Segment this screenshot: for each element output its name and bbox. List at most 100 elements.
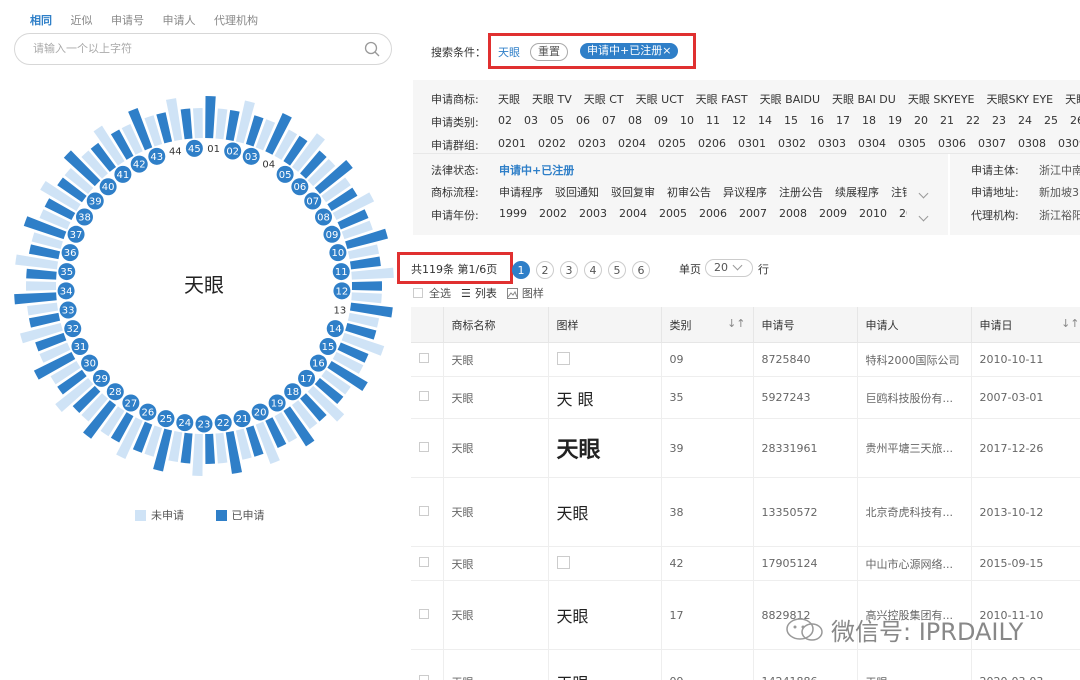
- class-circle-33[interactable]: 33: [59, 301, 77, 319]
- tab-application-number[interactable]: 申请号: [111, 14, 144, 27]
- filter-group-option[interactable]: 0206: [698, 137, 726, 150]
- filter-group-option[interactable]: 0202: [538, 137, 566, 150]
- class-circle-35[interactable]: 35: [58, 263, 76, 281]
- filter-group-option[interactable]: 0307: [978, 137, 1006, 150]
- class-circle-32[interactable]: 32: [64, 320, 82, 338]
- class-circle-04[interactable]: 04: [260, 155, 278, 173]
- row-checkbox[interactable]: [419, 675, 429, 680]
- filter-year-option[interactable]: 2003: [579, 207, 607, 220]
- filter-class-option[interactable]: 22: [966, 114, 980, 127]
- class-circle-14[interactable]: 14: [326, 320, 344, 338]
- class-circle-29[interactable]: 29: [92, 369, 110, 387]
- image-view-icon[interactable]: [506, 287, 518, 299]
- class-circle-41[interactable]: 41: [114, 165, 132, 183]
- tab-applicant[interactable]: 申请人: [163, 14, 196, 27]
- filter-class-option[interactable]: 03: [524, 114, 538, 127]
- class-circle-45[interactable]: 45: [185, 139, 203, 157]
- filter-group-option[interactable]: 0205: [658, 137, 686, 150]
- filter-class-option[interactable]: 24: [1018, 114, 1032, 127]
- filter-class-option[interactable]: 17: [836, 114, 850, 127]
- filter-group-option[interactable]: 0301: [738, 137, 766, 150]
- class-circle-17[interactable]: 17: [298, 369, 316, 387]
- filter-year-option[interactable]: 2006: [699, 207, 727, 220]
- table-row[interactable]: 天眼天眼0914241886天眼...2020-03-03: [411, 649, 1080, 680]
- class-circle-11[interactable]: 11: [332, 263, 350, 281]
- filter-class-option[interactable]: 11: [706, 114, 720, 127]
- filter-class-option[interactable]: 10: [680, 114, 694, 127]
- header-class[interactable]: 类别 ↓↑: [661, 307, 754, 343]
- filter-trademark-option[interactable]: 天眼 SKYEYE: [908, 93, 975, 106]
- filter-year-option[interactable]: 2008: [779, 207, 807, 220]
- tab-agency[interactable]: 代理机构: [214, 14, 258, 27]
- filter-class-option[interactable]: 21: [940, 114, 954, 127]
- class-circle-28[interactable]: 28: [106, 383, 124, 401]
- list-view-icon[interactable]: ☰: [461, 287, 471, 300]
- filter-group-option[interactable]: 0302: [778, 137, 806, 150]
- filter-process-option[interactable]: 驳回复审: [611, 186, 655, 199]
- class-circle-43[interactable]: 43: [148, 147, 166, 165]
- sort-icon[interactable]: ↓↑: [1061, 317, 1079, 330]
- filter-class-option[interactable]: 02: [498, 114, 512, 127]
- filter-class-option[interactable]: 07: [602, 114, 616, 127]
- class-circle-27[interactable]: 27: [122, 394, 140, 412]
- filter-group-option[interactable]: 0303: [818, 137, 846, 150]
- row-checkbox[interactable]: [419, 505, 429, 516]
- class-circle-40[interactable]: 40: [99, 178, 117, 196]
- filter-year-option[interactable]: 1999: [499, 207, 527, 220]
- class-circle-20[interactable]: 20: [251, 403, 269, 421]
- table-row[interactable]: 天眼 天眼 39 28331961 贵州平塘三天旅... 2017-12-26: [411, 418, 1080, 478]
- filter-legal-status-value[interactable]: 申请中+已注册: [499, 162, 574, 178]
- class-circle-31[interactable]: 31: [71, 338, 89, 355]
- filter-year-option[interactable]: 2011: [899, 207, 907, 220]
- filter-trademark-option[interactable]: 天眼 CT: [584, 93, 624, 106]
- filter-trademark-option[interactable]: 天眼 S: [1065, 93, 1080, 106]
- class-circle-25[interactable]: 25: [157, 410, 175, 428]
- select-all-checkbox[interactable]: [413, 288, 423, 298]
- filter-trademark-option[interactable]: 天眼SKY EYE: [986, 93, 1053, 106]
- filter-group-option[interactable]: 0308: [1018, 137, 1046, 150]
- filter-group-option[interactable]: 0305: [898, 137, 926, 150]
- class-circle-19[interactable]: 19: [268, 394, 286, 412]
- filter-class-option[interactable]: 20: [914, 114, 928, 127]
- filter-year-option[interactable]: 2004: [619, 207, 647, 220]
- class-circle-01[interactable]: 01: [205, 139, 223, 157]
- filter-year-option[interactable]: 2010: [859, 207, 887, 220]
- class-circle-30[interactable]: 30: [81, 354, 99, 372]
- filter-process-option[interactable]: 初审公告: [667, 186, 711, 199]
- filter-group-option[interactable]: 0309: [1058, 137, 1080, 150]
- filter-process-option[interactable]: 申请程序: [499, 186, 543, 199]
- class-circle-08[interactable]: 08: [315, 208, 333, 226]
- page-button-1[interactable]: 1: [512, 261, 530, 279]
- class-circle-03[interactable]: 03: [242, 147, 260, 165]
- table-row[interactable]: 天眼天 眼 35 5927243 巨鸥科技股份有... 2007-03-01: [411, 376, 1080, 419]
- tab-identical[interactable]: 相同: [30, 14, 52, 27]
- row-checkbox[interactable]: [419, 441, 429, 452]
- class-circle-36[interactable]: 36: [61, 244, 79, 262]
- filter-trademark-option[interactable]: 天眼 UCT: [636, 93, 684, 106]
- filter-year-option[interactable]: 2009: [819, 207, 847, 220]
- header-application-date[interactable]: 申请日 ↓↑: [971, 307, 1080, 343]
- class-circle-24[interactable]: 24: [176, 414, 194, 432]
- filter-trademark-option[interactable]: 天眼 TV: [532, 93, 572, 106]
- row-checkbox[interactable]: [419, 557, 429, 567]
- filter-trademark-option[interactable]: 天眼: [498, 93, 520, 106]
- filter-group-option[interactable]: 0204: [618, 137, 646, 150]
- class-circle-21[interactable]: 21: [233, 410, 251, 428]
- class-circle-22[interactable]: 22: [214, 414, 232, 432]
- class-circle-09[interactable]: 09: [323, 225, 341, 243]
- filter-class-option[interactable]: 23: [992, 114, 1006, 127]
- filter-trademark-option[interactable]: 天眼 BAIDU: [760, 93, 820, 106]
- class-circle-06[interactable]: 06: [291, 178, 309, 196]
- filter-trademark-option[interactable]: 天眼 BAI DU: [832, 93, 896, 106]
- row-checkbox[interactable]: [419, 353, 429, 363]
- filter-class-option[interactable]: 25: [1044, 114, 1058, 127]
- process-expand-chevron-icon[interactable]: [916, 184, 929, 203]
- filter-class-option[interactable]: 12: [732, 114, 746, 127]
- filter-agency-value[interactable]: 浙江裕阳: [1039, 207, 1080, 223]
- class-circle-39[interactable]: 39: [86, 192, 104, 210]
- class-circle-26[interactable]: 26: [139, 403, 157, 421]
- table-row[interactable]: 天眼 天眼 38 13350572 北京奇虎科技有... 2013-10-12: [411, 477, 1080, 547]
- class-circle-18[interactable]: 18: [284, 383, 302, 401]
- per-page-select[interactable]: 20: [705, 259, 753, 277]
- page-button-3[interactable]: 3: [560, 261, 578, 279]
